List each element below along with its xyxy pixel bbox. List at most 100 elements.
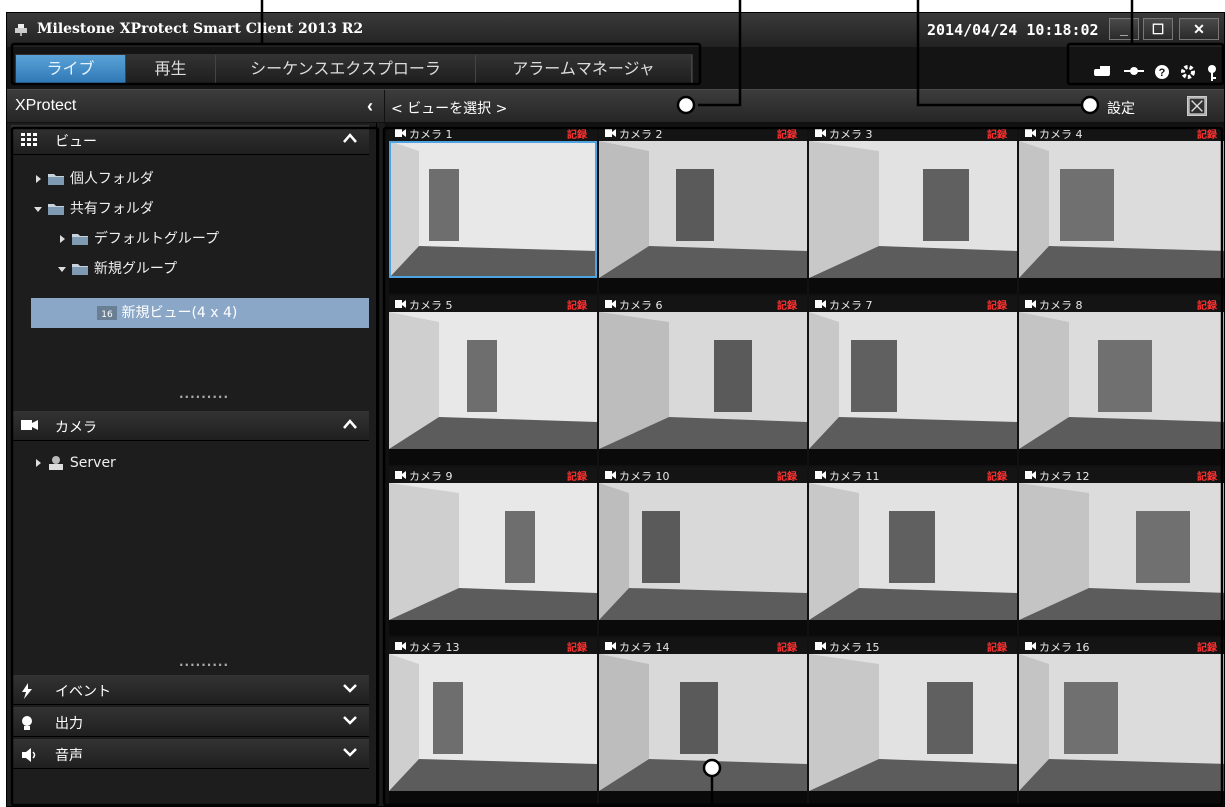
- camera-tile-footer: [599, 620, 807, 636]
- recording-indicator: 記録: [567, 130, 587, 141]
- status-icon[interactable]: [1092, 64, 1114, 78]
- video-frame-image: [1019, 483, 1224, 620]
- help-icon[interactable]: ?: [1154, 64, 1170, 80]
- camera-video-feed[interactable]: [809, 312, 1017, 449]
- fullscreen-icon[interactable]: [1187, 96, 1207, 116]
- resize-handle[interactable]: .........: [179, 387, 229, 401]
- output-section-header[interactable]: 出力: [11, 707, 369, 737]
- camera-tile[interactable]: カメラ 4 記録: [1019, 125, 1224, 294]
- camera-tile-footer: [809, 791, 1017, 806]
- camera-tile[interactable]: カメラ 6 記録: [599, 296, 807, 465]
- camera-video-feed[interactable]: [1019, 312, 1224, 449]
- logout-key-icon[interactable]: [1206, 64, 1218, 82]
- camera-tile[interactable]: カメラ 3 記録: [809, 125, 1017, 294]
- video-frame-image: [599, 483, 807, 620]
- camera-tile-header: カメラ 8 記録: [1019, 296, 1224, 312]
- chevron-up-icon[interactable]: [343, 133, 357, 143]
- recording-indicator: 記録: [777, 301, 797, 312]
- camera-video-feed[interactable]: [809, 141, 1017, 278]
- camera-tile[interactable]: カメラ 16 記録: [1019, 638, 1224, 806]
- recording-indicator: 記録: [987, 130, 1007, 141]
- camera-tile[interactable]: カメラ 5 記録: [389, 296, 597, 465]
- camera-icon: [21, 420, 38, 430]
- camera-tile[interactable]: カメラ 2 記録: [599, 125, 807, 294]
- camera-video-feed[interactable]: [599, 654, 807, 791]
- camera-icon: [395, 129, 406, 137]
- view-selector[interactable]: < ビューを選択 >: [391, 98, 507, 118]
- camera-tile[interactable]: カメラ 11 記録: [809, 467, 1017, 636]
- tree-item-default-group[interactable]: デフォルトグループ: [57, 227, 219, 251]
- resize-handle[interactable]: .........: [179, 655, 229, 669]
- tree-item-new-group[interactable]: 新規グループ: [57, 257, 177, 281]
- close-button[interactable]: ✕: [1179, 18, 1219, 40]
- cameras-section-header[interactable]: カメラ: [11, 411, 369, 441]
- connection-icon[interactable]: [1124, 64, 1144, 78]
- video-frame-image: [389, 654, 597, 791]
- camera-video-feed[interactable]: [389, 312, 597, 449]
- camera-video-feed[interactable]: [1019, 141, 1224, 278]
- settings-gear-icon[interactable]: [1180, 64, 1196, 80]
- tree-item-personal-folder[interactable]: 個人フォルダ: [33, 167, 154, 191]
- views-section-title: ビュー: [55, 134, 97, 150]
- maximize-button[interactable]: ☐: [1143, 18, 1173, 40]
- tab-live[interactable]: ライブ: [16, 55, 126, 83]
- minimize-button[interactable]: _: [1109, 18, 1139, 40]
- camera-tile[interactable]: カメラ 10 記録: [599, 467, 807, 636]
- expand-arrow-icon[interactable]: [33, 458, 43, 468]
- expand-arrow-icon[interactable]: [33, 174, 43, 184]
- tree-item-server[interactable]: Server: [33, 451, 116, 475]
- collapse-sidebar-button[interactable]: ‹: [367, 96, 373, 117]
- camera-video-feed[interactable]: [809, 654, 1017, 791]
- video-frame-image: [1019, 312, 1224, 449]
- camera-video-feed[interactable]: [1019, 483, 1224, 620]
- camera-icon: [1025, 642, 1036, 650]
- camera-tile-footer: [809, 620, 1017, 636]
- audio-section-header[interactable]: 音声: [11, 739, 369, 769]
- camera-tile[interactable]: カメラ 8 記録: [1019, 296, 1224, 465]
- camera-name: カメラ 1: [409, 128, 453, 141]
- camera-tile-header: カメラ 10 記録: [599, 467, 807, 483]
- chevron-up-icon[interactable]: [343, 419, 357, 429]
- camera-tile-footer: [599, 449, 807, 465]
- camera-video-feed[interactable]: [389, 483, 597, 620]
- camera-tile[interactable]: カメラ 13 記録: [389, 638, 597, 806]
- tab-alarm-manager[interactable]: アラームマネージャ: [476, 55, 692, 83]
- camera-video-feed[interactable]: [389, 141, 597, 278]
- setup-button[interactable]: 設定: [1107, 98, 1135, 118]
- chevron-down-icon[interactable]: [343, 715, 357, 725]
- camera-video-feed[interactable]: [599, 312, 807, 449]
- camera-tile[interactable]: カメラ 14 記録: [599, 638, 807, 806]
- collapse-arrow-icon[interactable]: [33, 204, 43, 214]
- camera-name: カメラ 10: [619, 470, 670, 483]
- speaker-icon: [22, 748, 36, 762]
- events-section-header[interactable]: イベント: [11, 675, 369, 705]
- tree-item-shared-folder[interactable]: 共有フォルダ: [33, 197, 154, 221]
- camera-name: カメラ 14: [619, 641, 670, 654]
- camera-tile[interactable]: カメラ 12 記録: [1019, 467, 1224, 636]
- chevron-down-icon[interactable]: [343, 683, 357, 693]
- camera-video-feed[interactable]: [809, 483, 1017, 620]
- folder-icon: [72, 264, 89, 275]
- camera-name: カメラ 9: [409, 470, 453, 483]
- camera-video-feed[interactable]: [599, 141, 807, 278]
- tree-item-new-view[interactable]: 16 新規ビュー(4 x 4): [31, 298, 369, 328]
- folder-icon: [48, 174, 65, 185]
- camera-video-feed[interactable]: [1019, 654, 1224, 791]
- video-frame-image: [389, 141, 597, 278]
- chevron-down-icon[interactable]: [343, 747, 357, 757]
- tab-sequence-explorer[interactable]: シーケンスエクスプローラ: [216, 55, 476, 83]
- camera-tile[interactable]: カメラ 9 記録: [389, 467, 597, 636]
- camera-tile[interactable]: カメラ 15 記録: [809, 638, 1017, 806]
- camera-video-feed[interactable]: [599, 483, 807, 620]
- views-section-header[interactable]: ビュー: [11, 125, 369, 155]
- camera-tile-header: カメラ 14 記録: [599, 638, 807, 654]
- camera-tile[interactable]: カメラ 1 記録: [389, 125, 597, 294]
- tab-playback[interactable]: 再生: [126, 55, 216, 83]
- svg-text:?: ?: [1159, 67, 1166, 79]
- collapse-arrow-icon[interactable]: [57, 264, 67, 274]
- camera-video-feed[interactable]: [389, 654, 597, 791]
- expand-arrow-icon[interactable]: [57, 234, 67, 244]
- camera-tile[interactable]: カメラ 7 記録: [809, 296, 1017, 465]
- camera-name: カメラ 2: [619, 128, 663, 141]
- camera-name: カメラ 6: [619, 299, 663, 312]
